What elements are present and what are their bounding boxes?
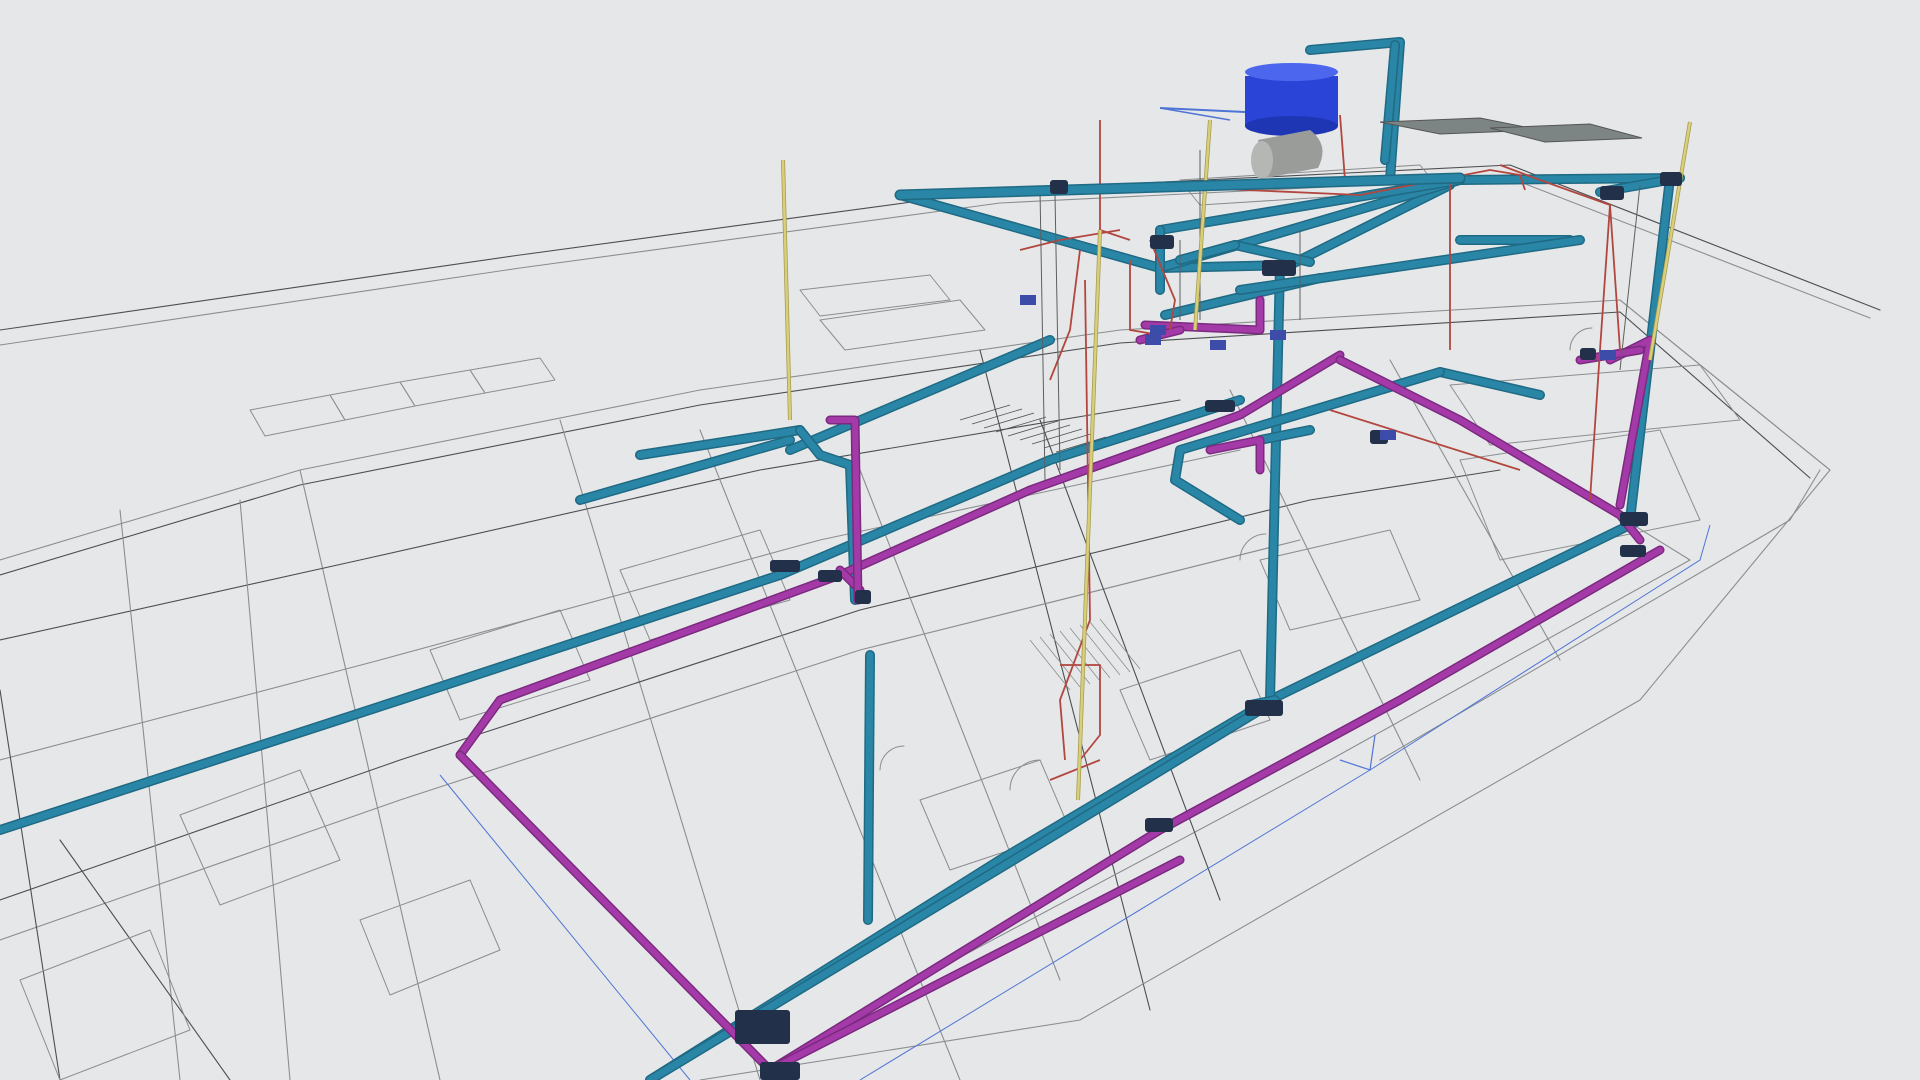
plan-room [819, 299, 986, 351]
plan-room [19, 929, 191, 1080]
pipe-fitting-icon [735, 1010, 790, 1044]
cold-water-pipe [1256, 426, 1314, 444]
fixture-icon [1145, 335, 1161, 345]
cold-water-pipes [0, 37, 1685, 1080]
plan-line [859, 469, 1061, 981]
plan-line [0, 311, 1811, 576]
water-tank-base [1245, 116, 1338, 136]
stair-tread [1007, 420, 1059, 437]
floor-plan-drawing [0, 107, 1881, 1080]
3d-viewport[interactable] [0, 0, 1920, 1080]
pipe-fitting-icon [1050, 180, 1068, 194]
door-swing [1569, 327, 1593, 351]
pipe-fitting-icon [1580, 348, 1596, 360]
pipe-fitting-icon [1205, 400, 1235, 412]
stair-tread [959, 404, 1011, 421]
cold-water-pipe-shadow [645, 515, 1645, 1080]
fixture-icon [1020, 295, 1036, 305]
sewer-pipe [457, 752, 773, 1073]
plan-room [469, 357, 556, 394]
plan-line [119, 509, 181, 1080]
pipe-fitting-icon [760, 1062, 800, 1080]
stair-tread [971, 408, 1023, 425]
plan-line [299, 469, 441, 1080]
gas-line [1339, 734, 1376, 771]
water-tank-top [1245, 63, 1338, 81]
pipe-fitting-icon [1620, 545, 1646, 557]
vent-pipe [781, 159, 792, 421]
hot-water-pipe [1099, 120, 1131, 241]
vent-pipe [1648, 121, 1692, 361]
plan-room [799, 274, 951, 317]
plan-room [399, 369, 486, 407]
plumbing-model-scene [0, 37, 1881, 1080]
plan-line [1389, 359, 1561, 661]
cold-water-pipe [646, 516, 1644, 1080]
plan-room [359, 879, 501, 996]
fixture-icon [1380, 430, 1396, 440]
pipe-fitting-icon [855, 590, 871, 604]
pipe-fitting-icon [1262, 260, 1296, 276]
stair-tread [1069, 627, 1111, 679]
gas-line [859, 524, 1711, 1080]
pipe-fitting-icon [1600, 186, 1624, 200]
fixture-icon [1600, 350, 1616, 360]
plan-room [249, 394, 346, 437]
pipe-fitting-icon [770, 560, 800, 572]
pipe-fitting-icon [818, 570, 842, 582]
cold-water-pipe [896, 191, 1164, 272]
cold-water-pipe [864, 651, 874, 924]
plan-room [179, 769, 341, 906]
pipe-fitting-icon [1660, 172, 1682, 186]
solar-panel [1489, 123, 1643, 143]
stair-tread [1031, 428, 1083, 445]
door-swing [1239, 533, 1267, 561]
pipe-fitting-icon [1145, 818, 1173, 832]
stair-tread [995, 416, 1047, 433]
hot-water-pipe [1059, 279, 1091, 761]
cold-water-pipe [1231, 241, 1314, 266]
cold-water-pipe-shadow [0, 395, 1245, 835]
pipe-fitting-icon [1620, 512, 1648, 526]
plan-line [699, 429, 961, 1080]
hot-water-pipe [1049, 249, 1081, 381]
plan-line [879, 429, 1691, 1001]
fixture-icon [1210, 340, 1226, 350]
gas-line [439, 774, 691, 1080]
stair-tread [1099, 618, 1141, 670]
heater-tank-end [1251, 141, 1273, 179]
hot-water-pipe [1049, 759, 1101, 781]
cold-water-pipe [1436, 368, 1544, 399]
stair-tread [1019, 424, 1071, 441]
fixture-icon [1270, 330, 1286, 340]
fixture-icon [1150, 325, 1166, 335]
pipe-fitting-icon [1245, 700, 1283, 716]
plan-room [329, 381, 416, 421]
vent-pipe [1076, 229, 1102, 801]
door-swing [1009, 759, 1041, 791]
stair-tread [1059, 630, 1101, 682]
plan-line [0, 449, 1241, 761]
plan-line [0, 689, 61, 1080]
door-swing [879, 745, 905, 771]
plan-line [559, 419, 761, 1080]
pipe-fitting-icon [1150, 235, 1174, 249]
plan-line [59, 839, 231, 1080]
cold-water-pipe [786, 336, 1054, 454]
